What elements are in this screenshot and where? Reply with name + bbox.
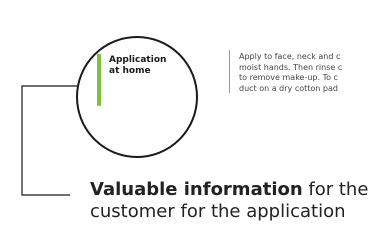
callout-line-1: Valuable information for the [90, 179, 374, 201]
accent-bar [97, 54, 101, 106]
circle-title: Application at home [109, 55, 167, 76]
instructions-line-3: to remove make-up. To c [239, 73, 338, 82]
callout-text: Valuable information for the customer fo… [90, 179, 374, 223]
instructions-text: Apply to face, neck and c moist hands. T… [239, 52, 376, 94]
callout-rest-text: for the [302, 179, 369, 200]
callout-bold-text: Valuable information [90, 179, 303, 200]
text-divider [229, 50, 230, 93]
callout-line-2: customer for the application [90, 201, 346, 222]
instructions-line-2: moist hands. Then rinse c [239, 62, 343, 72]
instructions-line-4: duct on a dry cotton pad [239, 83, 338, 93]
instructions-line-1: Apply to face, neck and c [239, 52, 341, 61]
